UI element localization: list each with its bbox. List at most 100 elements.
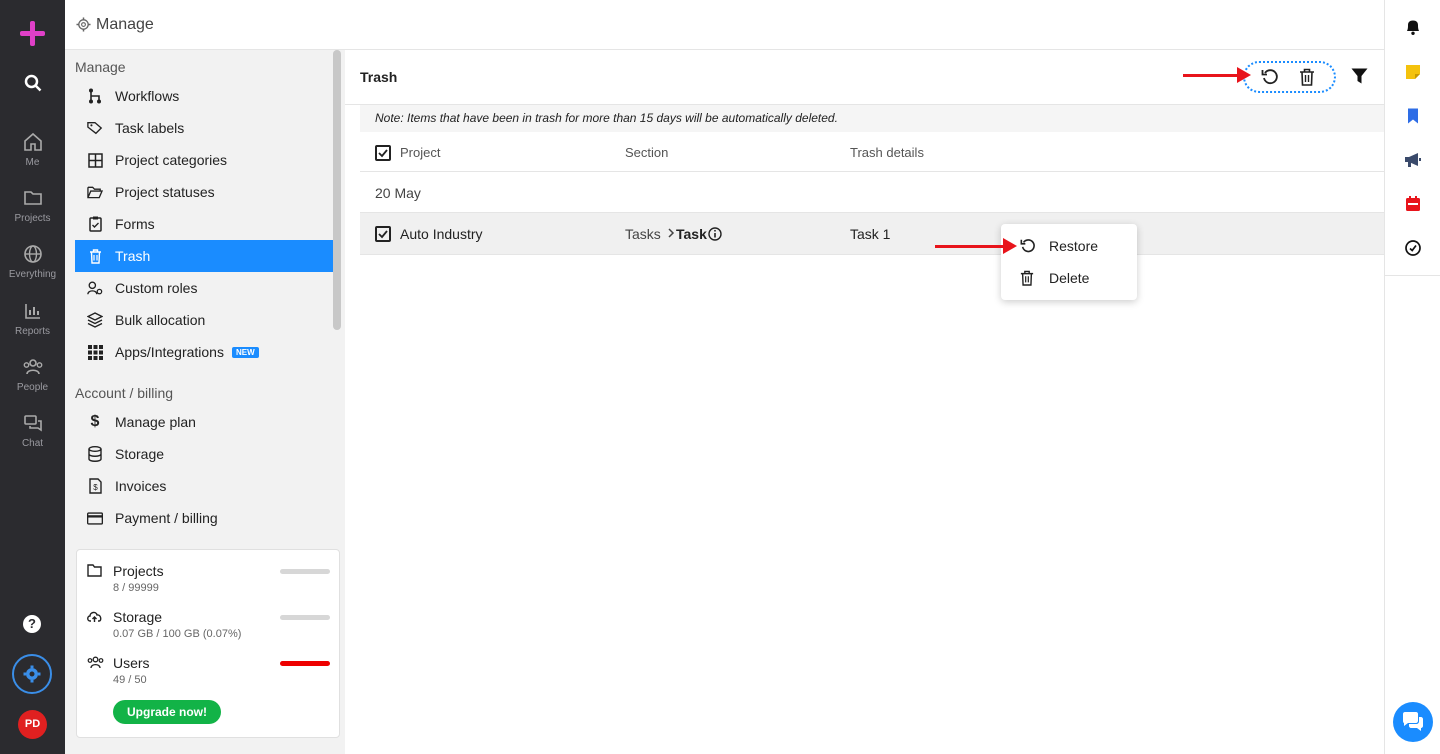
usage-value: 49 / 50 xyxy=(113,674,147,686)
settings-button[interactable] xyxy=(12,654,52,694)
sidebar-item-payment-billing[interactable]: Payment / billing xyxy=(75,502,333,534)
rail-item-people[interactable]: People xyxy=(0,357,65,393)
usage-bar xyxy=(280,615,330,620)
filter-icon[interactable] xyxy=(1351,68,1368,87)
rail-item-everything[interactable]: Everything xyxy=(0,244,65,280)
rail-label-reports: Reports xyxy=(14,326,50,337)
folder-open-icon xyxy=(87,184,103,200)
rail-item-reports[interactable]: Reports xyxy=(0,301,65,337)
sidebar-item-workflows[interactable]: Workflows xyxy=(75,80,333,112)
sidebar-item-project-statuses[interactable]: Project statuses xyxy=(75,176,333,208)
sidebar: Manage Workflows Task labels Project cat… xyxy=(65,50,345,754)
sidebar-item-apps-integrations[interactable]: Apps/Integrations NEW xyxy=(75,336,333,368)
gear-icon xyxy=(23,665,41,683)
workflow-icon xyxy=(87,88,103,104)
sidebar-scrollbar[interactable] xyxy=(333,50,341,330)
rail-label-chat: Chat xyxy=(21,438,44,449)
user-role-icon xyxy=(87,280,103,296)
home-icon xyxy=(23,132,42,151)
sidebar-item-task-labels[interactable]: Task labels xyxy=(75,112,333,144)
column-header-section[interactable]: Section xyxy=(625,145,668,160)
new-badge: NEW xyxy=(231,346,259,358)
add-plus-icon[interactable] xyxy=(20,21,45,46)
tag-icon xyxy=(87,120,103,136)
sidebar-item-invoices[interactable]: $ Invoices xyxy=(75,470,333,502)
chat-icon xyxy=(1403,712,1423,731)
grid-icon xyxy=(87,152,103,168)
search-icon[interactable] xyxy=(0,74,65,97)
annotation-arrow xyxy=(935,238,1017,254)
bell-icon[interactable] xyxy=(1404,18,1422,36)
sticky-note-icon[interactable] xyxy=(1404,63,1422,81)
usage-name: Users xyxy=(113,655,150,671)
upgrade-button[interactable]: Upgrade now! xyxy=(113,700,221,724)
usage-name: Storage xyxy=(113,609,163,625)
folder-icon xyxy=(23,191,42,205)
sidebar-item-project-categories[interactable]: Project categories xyxy=(75,144,333,176)
people-icon xyxy=(23,359,42,375)
trash-icon xyxy=(87,248,103,264)
megaphone-icon[interactable] xyxy=(1404,151,1422,169)
row-section-parent: Tasks xyxy=(625,226,661,242)
sidebar-item-trash[interactable]: Trash xyxy=(75,240,333,272)
restore-icon xyxy=(1020,238,1036,254)
row-checkbox[interactable] xyxy=(375,226,391,242)
sidebar-item-label: Workflows xyxy=(115,88,180,104)
section-heading-manage: Manage xyxy=(75,59,126,75)
column-header-project[interactable]: Project xyxy=(400,145,440,160)
sidebar-item-label: Project statuses xyxy=(115,184,215,200)
timer-icon[interactable] xyxy=(1404,239,1422,257)
rail-item-projects[interactable]: Projects xyxy=(0,188,65,224)
sidebar-item-label: Task labels xyxy=(115,120,185,136)
svg-text:$: $ xyxy=(93,483,98,492)
panel-title: Trash xyxy=(360,69,398,85)
credit-card-icon xyxy=(87,510,103,526)
topbar: Manage xyxy=(65,0,1384,50)
restore-icon[interactable] xyxy=(1261,68,1279,89)
menu-item-delete[interactable]: Delete xyxy=(1001,262,1137,294)
menu-item-label: Restore xyxy=(1049,238,1099,254)
usage-value: 0.07 GB / 100 GB (0.07%) xyxy=(113,628,242,640)
chevron-right-icon xyxy=(667,226,675,242)
sidebar-item-label: Forms xyxy=(115,216,155,232)
support-chat-button[interactable] xyxy=(1393,702,1433,742)
sidebar-item-manage-plan[interactable]: $ Manage plan xyxy=(75,406,333,438)
chat-icon xyxy=(23,415,42,432)
help-icon[interactable]: ? xyxy=(23,615,41,633)
layers-icon xyxy=(87,312,103,328)
usage-name: Projects xyxy=(113,563,164,579)
section-heading-billing: Account / billing xyxy=(75,385,174,401)
rail-item-chat[interactable]: Chat xyxy=(0,413,65,449)
globe-icon xyxy=(23,245,42,263)
bookmark-icon[interactable] xyxy=(1404,107,1422,125)
main-panel: Trash Note: Items that have been in tras… xyxy=(345,50,1384,754)
usage-value: 8 / 99999 xyxy=(113,582,159,594)
rail-item-me[interactable]: Me xyxy=(0,132,65,168)
sidebar-item-label: Payment / billing xyxy=(115,510,218,526)
chart-icon xyxy=(24,304,40,319)
context-menu: Restore Delete xyxy=(1001,224,1137,300)
avatar[interactable]: PD xyxy=(18,710,47,739)
usage-bar xyxy=(280,569,330,574)
sidebar-item-custom-roles[interactable]: Custom roles xyxy=(75,272,333,304)
sidebar-item-bulk-allocation[interactable]: Bulk allocation xyxy=(75,304,333,336)
sidebar-item-label: Custom roles xyxy=(115,280,198,296)
menu-item-restore[interactable]: Restore xyxy=(1001,230,1137,262)
database-icon xyxy=(87,446,103,462)
people-icon xyxy=(87,656,104,672)
sidebar-item-storage[interactable]: Storage xyxy=(75,438,333,470)
sidebar-item-label: Bulk allocation xyxy=(115,312,206,328)
select-all-checkbox[interactable] xyxy=(375,145,391,161)
column-header-trash-details[interactable]: Trash details xyxy=(850,145,924,160)
info-icon[interactable] xyxy=(708,227,722,244)
group-date-label: 20 May xyxy=(375,185,421,201)
rail-label-me: Me xyxy=(25,157,40,168)
sidebar-item-forms[interactable]: Forms xyxy=(75,208,333,240)
divider xyxy=(1385,275,1440,276)
invoice-icon: $ xyxy=(87,478,103,494)
calendar-icon[interactable] xyxy=(1404,195,1422,213)
trash-icon[interactable] xyxy=(1299,68,1315,89)
table-row[interactable]: Auto Industry Tasks Task Task 1 xyxy=(360,213,1384,255)
rail-label-people: People xyxy=(16,382,49,393)
bulk-action-group xyxy=(1243,61,1336,93)
